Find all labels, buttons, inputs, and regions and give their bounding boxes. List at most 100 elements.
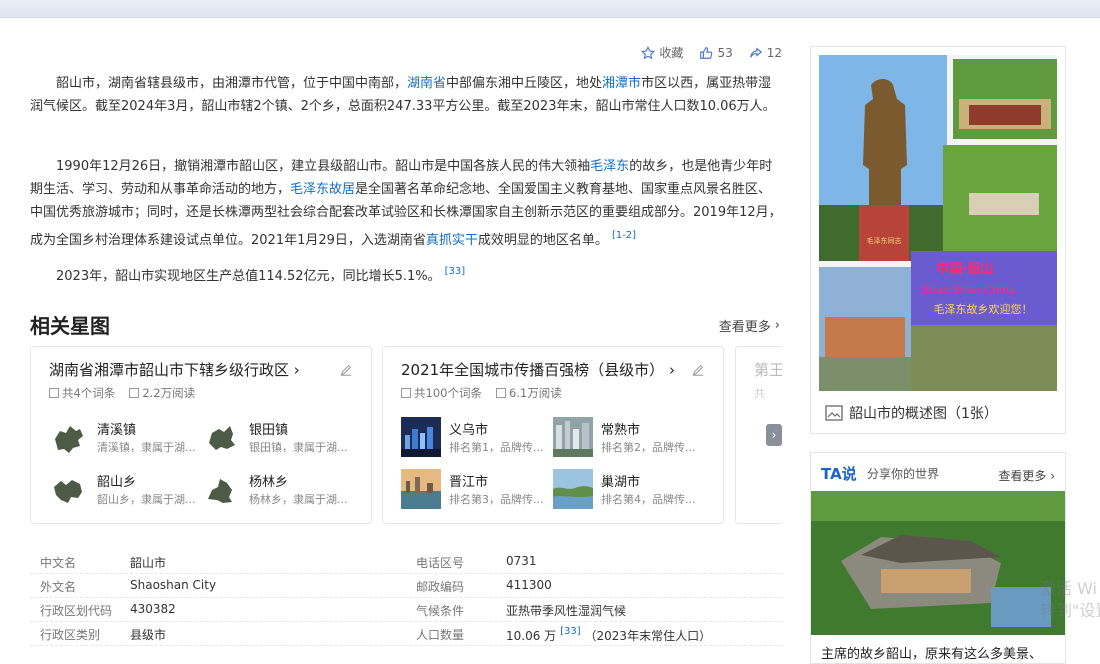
entry-actions: 收藏 53 12	[641, 44, 782, 61]
chevron-right-icon: ›	[771, 428, 777, 442]
entry-desc: 排名第3，品牌传...	[449, 493, 544, 506]
entry-desc: 杨林乡，隶属于湖...	[249, 493, 348, 506]
map-silhouette-icon	[55, 426, 83, 453]
entry-name: 清溪镇	[97, 423, 137, 438]
link-mao[interactable]: 毛泽东	[590, 159, 629, 174]
pencil-icon[interactable]	[691, 363, 705, 377]
climate-link[interactable]: 亚热带季风性湿润气候	[506, 602, 626, 619]
info-value: Shaoshan City	[130, 578, 217, 592]
intro-paragraph-2: 1990年12月26日，撤销湘潭市韶山区，建立县级韶山市。韶山市是中国各族人民的…	[30, 155, 782, 252]
entry-name: 杨林乡	[249, 475, 289, 490]
list-item[interactable]: 常熟市 排名第2，品牌传...	[553, 417, 703, 457]
ta-shuo-panel: TA说 分享你的世界 查看更多 › 主席的故乡韶山，原来有这么多美景、	[810, 452, 1066, 664]
ta-article-image[interactable]	[811, 491, 1066, 635]
carousel-next-button[interactable]: ›	[766, 424, 782, 446]
p3-text-a: 2023年，韶山市实现地区生产总值114.52亿元，同比增长5.1%。	[56, 269, 441, 284]
info-key: 人口数量	[416, 628, 465, 642]
link-hunan[interactable]: 湖南省	[407, 76, 446, 91]
card-meta: 共100个词条 6.1万阅读	[401, 385, 562, 401]
info-key: 中文名	[40, 556, 77, 570]
card-title-text: 湖南省湘潭市韶山市下辖乡级行政区	[49, 361, 290, 379]
p1-text-a: 韶山市，湖南省辖县级市，由湘潭市代管，位于中国中南部，	[56, 76, 408, 91]
entry-desc: 清溪镇，隶属于湖...	[97, 441, 196, 454]
list-item[interactable]: 韶山乡 韶山乡，隶属于湖...	[49, 469, 199, 509]
album-caption-text: 韶山市的概述图（1张）	[849, 406, 998, 422]
list-item[interactable]: 晋江市 排名第3，品牌传...	[401, 469, 551, 509]
intro-paragraph-1: 韶山市，湖南省辖县级市，由湘潭市代管，位于中国中南部，湖南省中部偏东湘中丘陵区，…	[30, 72, 782, 118]
city-night-photo	[401, 417, 441, 457]
list-item[interactable]: 巢湖市 排名第4，品牌传...	[553, 469, 703, 509]
book-icon	[129, 388, 140, 398]
info-key: 电话区号	[416, 556, 465, 570]
album-collage-image[interactable]: 毛泽东同志 中国·韶山 Shao Shan China 毛泽东故乡欢迎您！	[819, 55, 1057, 391]
info-key: 气候条件	[416, 604, 465, 618]
favorite-button[interactable]: 收藏	[641, 44, 683, 61]
info-key: 外文名	[40, 580, 77, 594]
share-count: 12	[766, 45, 782, 60]
info-value: 430382	[130, 602, 176, 616]
population-value: 10.06 万	[506, 629, 557, 643]
activation-watermark: 激活 Wi 转到"设置"	[1040, 578, 1100, 622]
svg-text:毛泽东同志: 毛泽东同志	[867, 236, 902, 245]
p2-text-d: 成效明显的地区名单。	[477, 233, 608, 248]
entry-desc: 排名第2，品牌传...	[601, 441, 696, 454]
ta-see-more-button[interactable]: 查看更多 ›	[998, 467, 1055, 484]
ta-slogan: 分享你的世界	[867, 467, 940, 481]
info-value: 县级市	[130, 628, 167, 642]
card-title[interactable]: 湖南省湘潭市韶山市下辖乡级行政区 ›	[49, 359, 300, 380]
list-icon	[49, 388, 59, 398]
list-item[interactable]: 杨林乡 杨林乡，隶属于湖...	[201, 469, 351, 509]
link-mao-residence[interactable]: 毛泽东故居	[290, 182, 355, 197]
intro-paragraph-3: 2023年，韶山市实现地区生产总值114.52亿元，同比增长5.1%。 [33]	[30, 260, 782, 288]
related-see-more-button[interactable]: 查看更多 ›	[719, 316, 780, 335]
read-count-text: 6.1万阅读	[508, 386, 562, 400]
book-icon	[495, 388, 506, 398]
list-item[interactable]: 义乌市 排名第1，品牌传...	[401, 417, 551, 457]
link-xiangtan[interactable]: 湘潭市	[602, 76, 641, 91]
read-count: 6.1万阅读	[495, 385, 562, 401]
ta-article-title[interactable]: 主席的故乡韶山，原来有这么多美景、	[821, 643, 1042, 662]
list-item[interactable]: 银田镇 银田镇，隶属于湖...	[201, 417, 351, 457]
map-silhouette-icon	[54, 480, 82, 503]
star-map-card[interactable]: 2021年全国城市传播百强榜（县级市） › 共100个词条 6.1万阅读 义乌市…	[382, 346, 724, 524]
entry-name: 晋江市	[449, 475, 489, 490]
card-meta: 共4个词条 2.2万阅读	[49, 385, 195, 401]
lake-photo	[553, 469, 593, 509]
table-row: 行政区划代码 430382 气候条件 亚热带季风性湿润气候	[30, 598, 782, 622]
pencil-icon[interactable]	[339, 363, 353, 377]
card-title-text: 第王	[754, 361, 782, 379]
entry-count-text: 共4个词条	[62, 386, 116, 400]
card-title[interactable]: 2021年全国城市传播百强榜（县级市） ›	[401, 359, 675, 380]
favorite-label: 收藏	[659, 46, 684, 60]
share-button[interactable]: 12	[749, 46, 782, 60]
citation-33[interactable]: [33]	[560, 626, 581, 637]
p2-text-a: 1990年12月26日，撤销湘潭市韶山区，建立县级韶山市。韶山市是中国各族人民的…	[56, 159, 591, 174]
citation-1-2[interactable]: [1-2]	[612, 230, 636, 241]
album-caption[interactable]: 韶山市的概述图（1张）	[825, 403, 998, 423]
citation-33[interactable]: [33]	[445, 266, 466, 277]
city-aerial-photo	[553, 417, 593, 457]
info-value: 韶山市	[130, 556, 167, 570]
see-more-label: 查看更多	[718, 320, 771, 335]
overview-album[interactable]: 毛泽东同志 中国·韶山 Shao Shan China 毛泽东故乡欢迎您！ 韶山…	[810, 46, 1066, 434]
list-item[interactable]: 清溪镇 清溪镇，隶属于湖...	[49, 417, 199, 457]
related-cards: 湖南省湘潭市韶山市下辖乡级行政区 › 共4个词条 2.2万阅读 清溪镇 清溪镇，…	[30, 346, 782, 524]
table-row: 行政区类别 县级市 人口数量 10.06 万 [33] （2023年末常住人口）	[30, 622, 782, 646]
table-row: 外文名 Shaoshan City 邮政编码 411300	[30, 574, 782, 598]
like-button[interactable]: 53	[699, 46, 733, 60]
star-map-card[interactable]: 湖南省湘潭市韶山市下辖乡级行政区 › 共4个词条 2.2万阅读 清溪镇 清溪镇，…	[30, 346, 372, 524]
share-icon	[749, 46, 762, 58]
watermark-line-2: 转到"设置"	[1040, 601, 1100, 620]
card-title-text: 2021年全国城市传播百强榜（县级市）	[401, 361, 665, 379]
info-value: 10.06 万 [33] （2023年末常住人口）	[506, 626, 711, 644]
info-key: 行政区类别	[40, 628, 101, 642]
chevron-right-icon: ›	[774, 318, 780, 333]
star-icon	[641, 45, 656, 59]
watermark-line-1: 激活 Wi	[1040, 579, 1098, 598]
chevron-right-icon: ›	[293, 361, 300, 379]
related-section-title: 相关星图	[30, 314, 110, 338]
link-zhenzhua[interactable]: 真抓实干	[426, 233, 478, 248]
p1-text-b: 中部偏东湘中丘陵区，地处	[446, 76, 603, 91]
list-icon	[401, 388, 411, 398]
entry-desc: 排名第4，品牌传...	[601, 493, 696, 506]
